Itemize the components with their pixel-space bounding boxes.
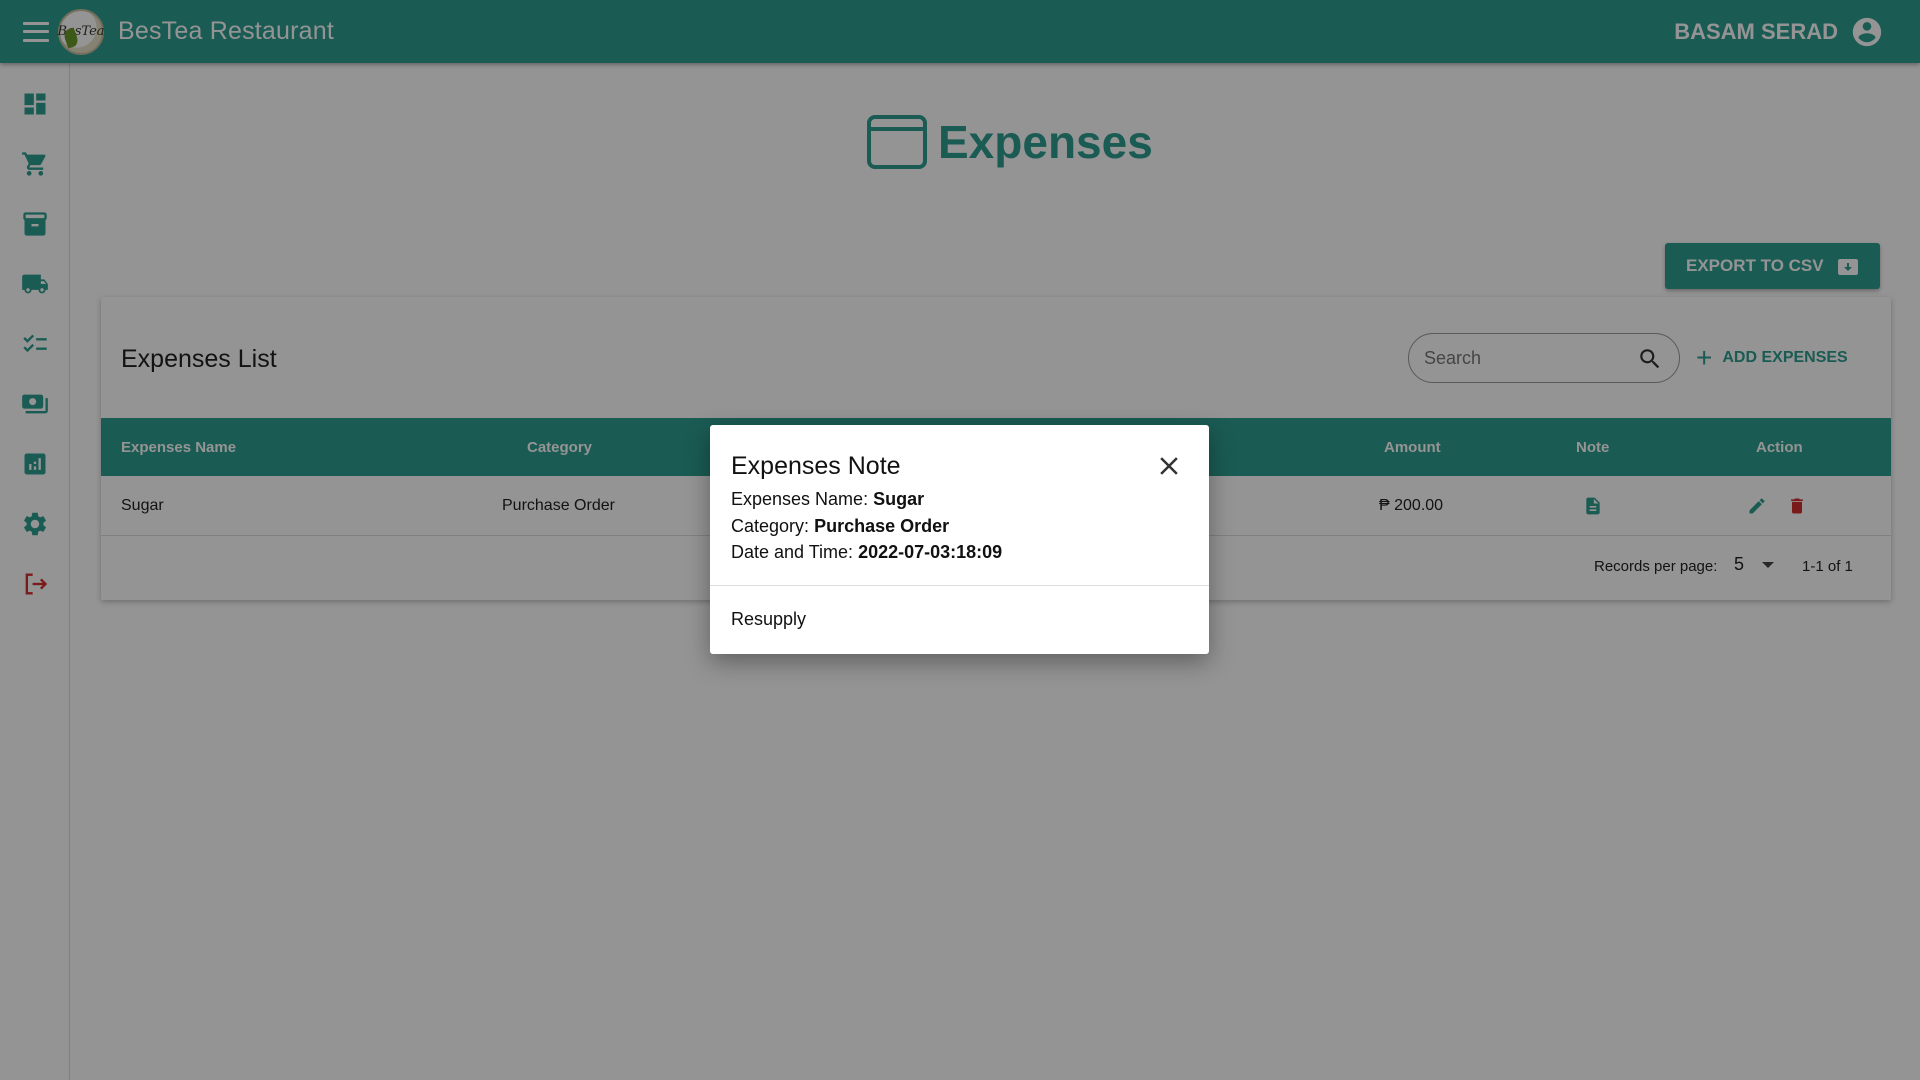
dialog-note-text: Resupply [731, 609, 807, 629]
dialog-divider [710, 585, 1209, 586]
expenses-name-label: Expenses Name: [731, 489, 869, 509]
dialog-expenses-name: Expenses Name: Sugar [731, 489, 924, 510]
dialog-title: Expenses Note [731, 452, 901, 480]
date-time-value: 2022-07-03:18:09 [858, 542, 1003, 562]
close-icon[interactable] [1154, 451, 1184, 481]
dialog-date-time: Date and Time: 2022-07-03:18:09 [731, 542, 1002, 563]
dialog-category: Category: Purchase Order [731, 516, 949, 537]
date-time-label: Date and Time: [731, 542, 854, 562]
expenses-name-value: Sugar [873, 489, 925, 509]
category-label: Category: [731, 516, 810, 536]
expenses-note-dialog: Expenses Note Expenses Name: Sugar Categ… [710, 425, 1209, 654]
category-value: Purchase Order [814, 516, 950, 536]
